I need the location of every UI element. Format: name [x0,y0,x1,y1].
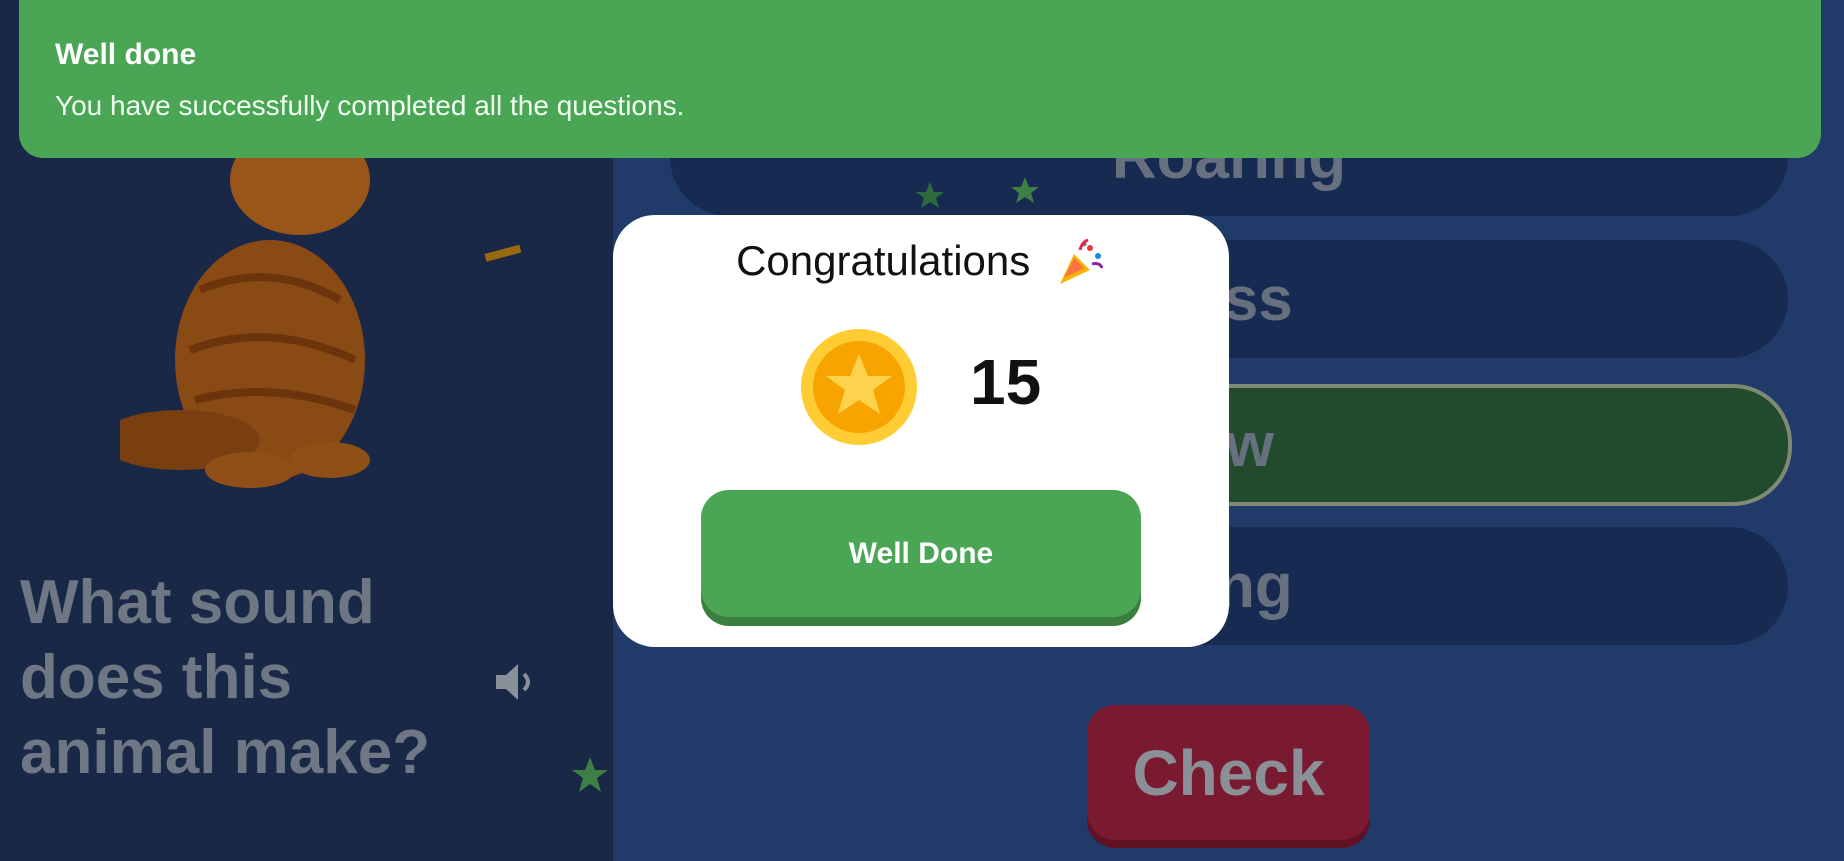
toast-message: You have successfully completed all the … [55,90,685,121]
congratulations-modal: Congratulations 15 Well Done [613,215,1229,647]
question-text: What sound does this animal make? [20,568,431,787]
speaker-icon[interactable] [492,660,540,704]
star-confetti-icon [1011,177,1039,203]
modal-title-text: Congratulations [736,237,1031,284]
modal-title: Congratulations [613,237,1229,290]
success-toast: Well done You have successfully complete… [19,0,1821,158]
party-popper-icon [1059,238,1104,284]
check-button[interactable]: Check [1087,705,1370,840]
star-confetti-icon [916,182,944,208]
well-done-button[interactable]: Well Done [701,490,1141,617]
star-confetti-icon [572,757,608,792]
cat-image [120,140,370,488]
toast-title: Well done [55,38,197,71]
confetti-piece [484,244,522,262]
star-coin-icon [801,329,917,445]
coin-count: 15 [970,346,1042,418]
